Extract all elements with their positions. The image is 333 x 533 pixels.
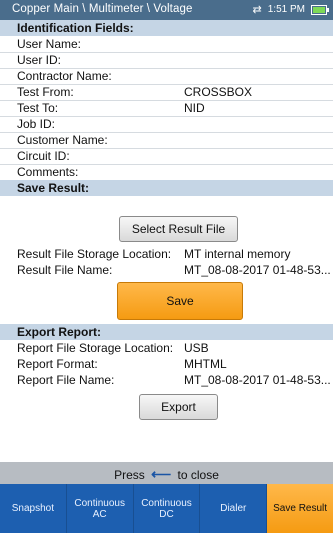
status-area: ⇄ 1:51 PM [252, 3, 329, 16]
close-hint-post: to close [177, 468, 219, 482]
export-button[interactable]: Export [139, 394, 218, 420]
report-storage-value: USB [184, 341, 209, 355]
multimeter-screen: Copper Main \ Multimeter \ Voltage ⇄ 1:5… [0, 0, 333, 533]
report-file-name-row: Report File Name: MT_08-08-2017 01-48-53… [0, 372, 333, 388]
tab-label: Snapshot [11, 503, 55, 514]
tab-continuous-ac[interactable]: Continuous AC [65, 484, 133, 533]
section-title: Identification Fields: [17, 21, 134, 35]
tab-label: Dialer [220, 503, 247, 514]
field-label: Contractor Name: [17, 69, 112, 83]
save-button[interactable]: Save [117, 282, 243, 320]
field-label: User ID: [17, 53, 62, 67]
bottom-tab-bar: Snapshot Continuous AC Continuous DC Diale… [0, 484, 333, 533]
field-circuit-id[interactable]: Circuit ID: [0, 148, 333, 165]
report-format-label: Report Format: [17, 357, 98, 371]
section-export-report: Export Report: [0, 324, 333, 340]
field-label: Comments: [17, 165, 79, 179]
field-job-id[interactable]: Job ID: [0, 116, 333, 133]
tab-sublabel: DC [159, 508, 174, 520]
field-label: Customer Name: [17, 133, 108, 147]
tab-continuous-dc[interactable]: Continuous DC [132, 484, 200, 533]
result-storage-value: MT internal memory [184, 247, 291, 261]
result-file-name-value: MT_08-08-2017 01-48-53... [184, 263, 331, 277]
result-storage-location-row: Result File Storage Location: MT interna… [0, 246, 333, 262]
close-hint-pre: Press [114, 468, 145, 482]
report-file-name-label: Report File Name: [17, 373, 115, 387]
tab-save-result[interactable]: Save Result [266, 484, 333, 533]
field-test-from[interactable]: Test From: CROSSBOX [0, 84, 333, 101]
field-label: User Name: [17, 37, 82, 51]
report-storage-label: Report File Storage Location: [17, 341, 174, 355]
section-title: Export Report: [17, 325, 101, 339]
battery-icon [311, 4, 329, 15]
report-format-value: MHTML [184, 357, 227, 371]
field-test-to[interactable]: Test To: NID [0, 100, 333, 117]
result-file-name-row: Result File Name: MT_08-08-2017 01-48-53… [0, 262, 333, 278]
select-result-file-button[interactable]: Select Result File [119, 216, 238, 242]
section-title: Save Result: [17, 181, 90, 195]
field-label: Circuit ID: [17, 149, 70, 163]
tab-label: Save Result [273, 503, 328, 514]
field-comments[interactable]: Comments: [0, 164, 333, 181]
clock: 1:51 PM [267, 4, 305, 15]
tab-sublabel: AC [92, 508, 107, 520]
tab-snapshot[interactable]: Snapshot [0, 484, 66, 533]
tab-label: Continuous [141, 497, 192, 509]
title-bar: Copper Main \ Multimeter \ Voltage ⇄ 1:5… [0, 0, 333, 20]
result-file-name-label: Result File Name: [17, 263, 113, 277]
report-format-row: Report Format: MHTML [0, 356, 333, 372]
field-contractor-name[interactable]: Contractor Name: [0, 68, 333, 85]
section-save-result: Save Result: [0, 180, 333, 196]
field-value: NID [184, 101, 205, 115]
usb-icon: ⇄ [252, 4, 262, 16]
field-user-name[interactable]: User Name: [0, 36, 333, 53]
field-customer-name[interactable]: Customer Name: [0, 132, 333, 149]
close-hint-bar: Press ⟵ to close [0, 462, 333, 484]
back-arrow-icon: ⟵ [151, 466, 172, 482]
field-value: CROSSBOX [184, 85, 253, 99]
tab-label: Continuous [74, 497, 125, 509]
section-identification: Identification Fields: [0, 20, 333, 36]
field-label: Test To: [17, 101, 59, 115]
report-storage-location-row: Report File Storage Location: USB [0, 340, 333, 356]
field-label: Job ID: [17, 117, 56, 131]
result-storage-label: Result File Storage Location: [17, 247, 172, 261]
report-file-name-value: MT_08-08-2017 01-48-53... [184, 373, 331, 387]
field-label: Test From: [17, 85, 74, 99]
tab-dialer[interactable]: Dialer [199, 484, 266, 533]
field-user-id[interactable]: User ID: [0, 52, 333, 69]
breadcrumb: Copper Main \ Multimeter \ Voltage [12, 3, 193, 15]
